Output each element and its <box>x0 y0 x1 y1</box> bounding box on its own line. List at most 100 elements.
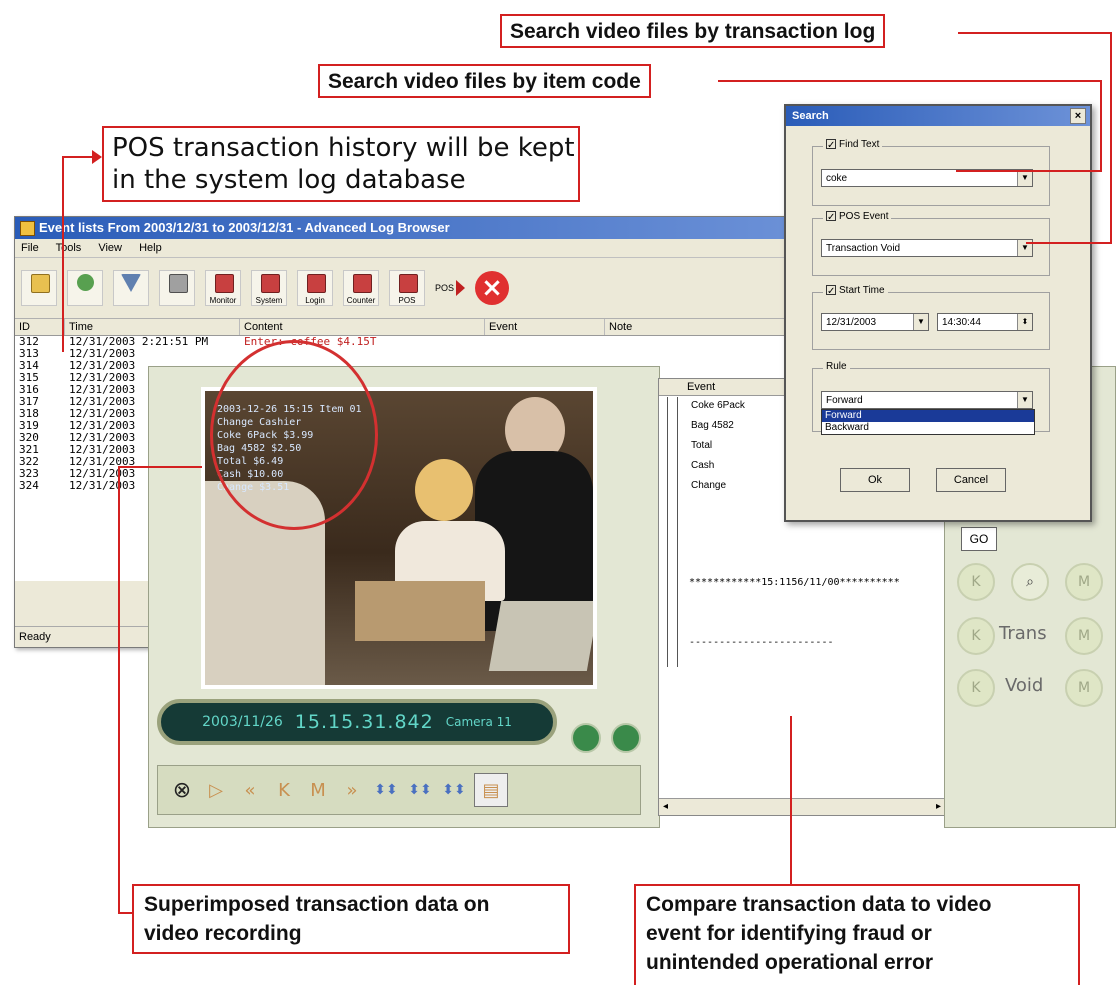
log-table-header: ID Time Content Event Note <box>15 319 815 336</box>
rule-option-forward[interactable]: Forward <box>822 410 1034 422</box>
prev-camera-button[interactable] <box>571 723 601 753</box>
step-back-icon[interactable]: K <box>270 774 298 806</box>
search-icon[interactable]: ⌕ <box>1011 563 1049 601</box>
folder-icon <box>31 274 50 293</box>
start-time-group: ✓ Start Time 12/31/2003 ▼ 14:30:44 ⬍ <box>812 285 1050 350</box>
refresh-button[interactable] <box>67 270 103 306</box>
rule-option-backward[interactable]: Backward <box>822 422 1034 434</box>
chevron-down-icon[interactable]: ▼ <box>1017 392 1032 408</box>
scroll-left-icon[interactable]: ◂ <box>659 801 668 812</box>
callout-line: in the system log database <box>112 165 466 195</box>
timestamp-display: 2003/11/26 15.15.31.842 Camera 11 <box>157 699 557 745</box>
void-label: Void <box>1005 675 1044 696</box>
prev-void-icon[interactable]: K <box>957 669 995 707</box>
scroll-right-icon[interactable]: ▸ <box>936 799 941 815</box>
next-result-icon[interactable]: M <box>1065 563 1103 601</box>
ok-button[interactable]: Ok <box>840 468 910 492</box>
pos-event-checkbox[interactable]: ✓ <box>826 211 836 223</box>
overlay-highlight-circle <box>210 340 378 530</box>
rule-value: Forward <box>826 395 863 406</box>
connector-line <box>62 156 64 352</box>
close-icon[interactable]: × <box>475 271 510 305</box>
pos-event-value: Transaction Void <box>826 243 901 254</box>
connector-line <box>118 466 120 914</box>
system-button[interactable]: System <box>251 270 287 306</box>
pos-button[interactable]: POS <box>389 270 425 306</box>
callout-line: POS transaction history will be kept <box>112 133 575 163</box>
column-time[interactable]: Time <box>65 319 240 335</box>
next-camera-button[interactable] <box>611 723 641 753</box>
start-time-stepper[interactable]: 14:30:44 ⬍ <box>937 313 1033 331</box>
filter-button[interactable] <box>113 270 149 306</box>
connector-line <box>1110 32 1112 244</box>
rewind-icon[interactable]: « <box>236 774 264 806</box>
speed-stepper-icon[interactable]: ⬍⬍ <box>406 774 434 806</box>
close-icon[interactable]: × <box>1070 108 1086 124</box>
table-row[interactable]: 312 12/31/2003 2:21:51 PM Enter: coffee $4… <box>15 336 815 348</box>
report-icon[interactable]: ▤ <box>474 773 508 807</box>
find-text-checkbox[interactable]: ✓ <box>826 139 836 151</box>
pos-event-combo[interactable]: Transaction Void ▼ <box>821 239 1033 257</box>
step-forward-icon[interactable]: M <box>304 774 332 806</box>
cell-id: 319 <box>19 420 39 432</box>
pos-event-label: POS Event <box>839 211 889 222</box>
next-void-icon[interactable]: M <box>1065 669 1103 707</box>
connector-line <box>1026 242 1112 244</box>
speed-stepper-icon[interactable]: ⬍⬍ <box>440 774 468 806</box>
speed-stepper-icon[interactable]: ⬍⬍ <box>372 774 400 806</box>
login-button[interactable]: Login <box>297 270 333 306</box>
search-dialog-titlebar[interactable]: Search × <box>786 106 1090 126</box>
menu-file[interactable]: File <box>21 242 39 254</box>
start-date-picker[interactable]: 12/31/2003 ▼ <box>821 313 929 331</box>
column-content[interactable]: Content <box>240 319 485 335</box>
go-button[interactable]: GO <box>961 527 997 551</box>
login-label: Login <box>305 296 325 305</box>
menu-help[interactable]: Help <box>139 242 162 254</box>
refresh-icon <box>77 274 94 291</box>
spin-icon[interactable]: ⬍ <box>1017 314 1032 330</box>
cell-time: 12/31/2003 2:21:51 PM <box>69 336 209 348</box>
cell-time: 12/31/2003 <box>69 348 136 360</box>
counter-button[interactable]: Counter <box>343 270 379 306</box>
cell-id: 313 <box>19 348 39 360</box>
callout-line: event for identifying fraud or <box>646 922 932 945</box>
pos-arrow-button[interactable]: POS <box>435 280 466 296</box>
cancel-button[interactable]: Cancel <box>936 468 1006 492</box>
column-id[interactable]: ID <box>15 319 65 335</box>
rule-dropdown-list: Forward Backward <box>821 409 1035 435</box>
rule-select[interactable]: Forward ▼ <box>821 391 1033 409</box>
prev-trans-icon[interactable]: K <box>957 617 995 655</box>
cell-id: 317 <box>19 396 39 408</box>
timestamp-date: 2003/11/26 <box>202 714 283 730</box>
open-folder-button[interactable] <box>21 270 57 306</box>
play-icon[interactable]: ▷ <box>202 774 230 806</box>
fast-forward-icon[interactable]: » <box>338 774 366 806</box>
monitor-button[interactable]: Monitor <box>205 270 241 306</box>
stop-icon[interactable]: ⊗ <box>168 774 196 806</box>
chevron-down-icon[interactable]: ▼ <box>1017 170 1032 186</box>
start-time-group-label: ✓ Start Time <box>823 285 888 297</box>
tree-line <box>667 397 668 667</box>
table-row[interactable]: 313 12/31/2003 <box>15 348 815 360</box>
cell-id: 322 <box>19 456 39 468</box>
callout-pos-history: POS transaction history will be kept in … <box>102 126 580 202</box>
menu-tools[interactable]: Tools <box>56 242 82 254</box>
arrow-icon <box>92 150 102 164</box>
chevron-down-icon[interactable]: ▼ <box>913 314 928 330</box>
prev-result-icon[interactable]: K <box>957 563 995 601</box>
print-button[interactable] <box>159 270 195 306</box>
callout-line: unintended operational error <box>646 951 934 974</box>
column-note[interactable]: Note <box>605 319 813 335</box>
next-trans-icon[interactable]: M <box>1065 617 1103 655</box>
column-event[interactable]: Event <box>485 319 605 335</box>
start-time-checkbox[interactable]: ✓ <box>826 285 836 297</box>
horizontal-scrollbar[interactable]: ◂ ▸ <box>659 798 945 815</box>
find-text-value: coke <box>826 173 848 184</box>
menu-view[interactable]: View <box>98 242 122 254</box>
log-window-titlebar[interactable]: Event lists From 2003/12/31 to 2003/12/3… <box>15 217 815 239</box>
start-time-value: 14:30:44 <box>942 317 981 328</box>
cell-id: 315 <box>19 372 39 384</box>
connector-line <box>118 912 132 914</box>
cell-id: 320 <box>19 432 39 444</box>
pos-label: POS <box>398 296 416 305</box>
